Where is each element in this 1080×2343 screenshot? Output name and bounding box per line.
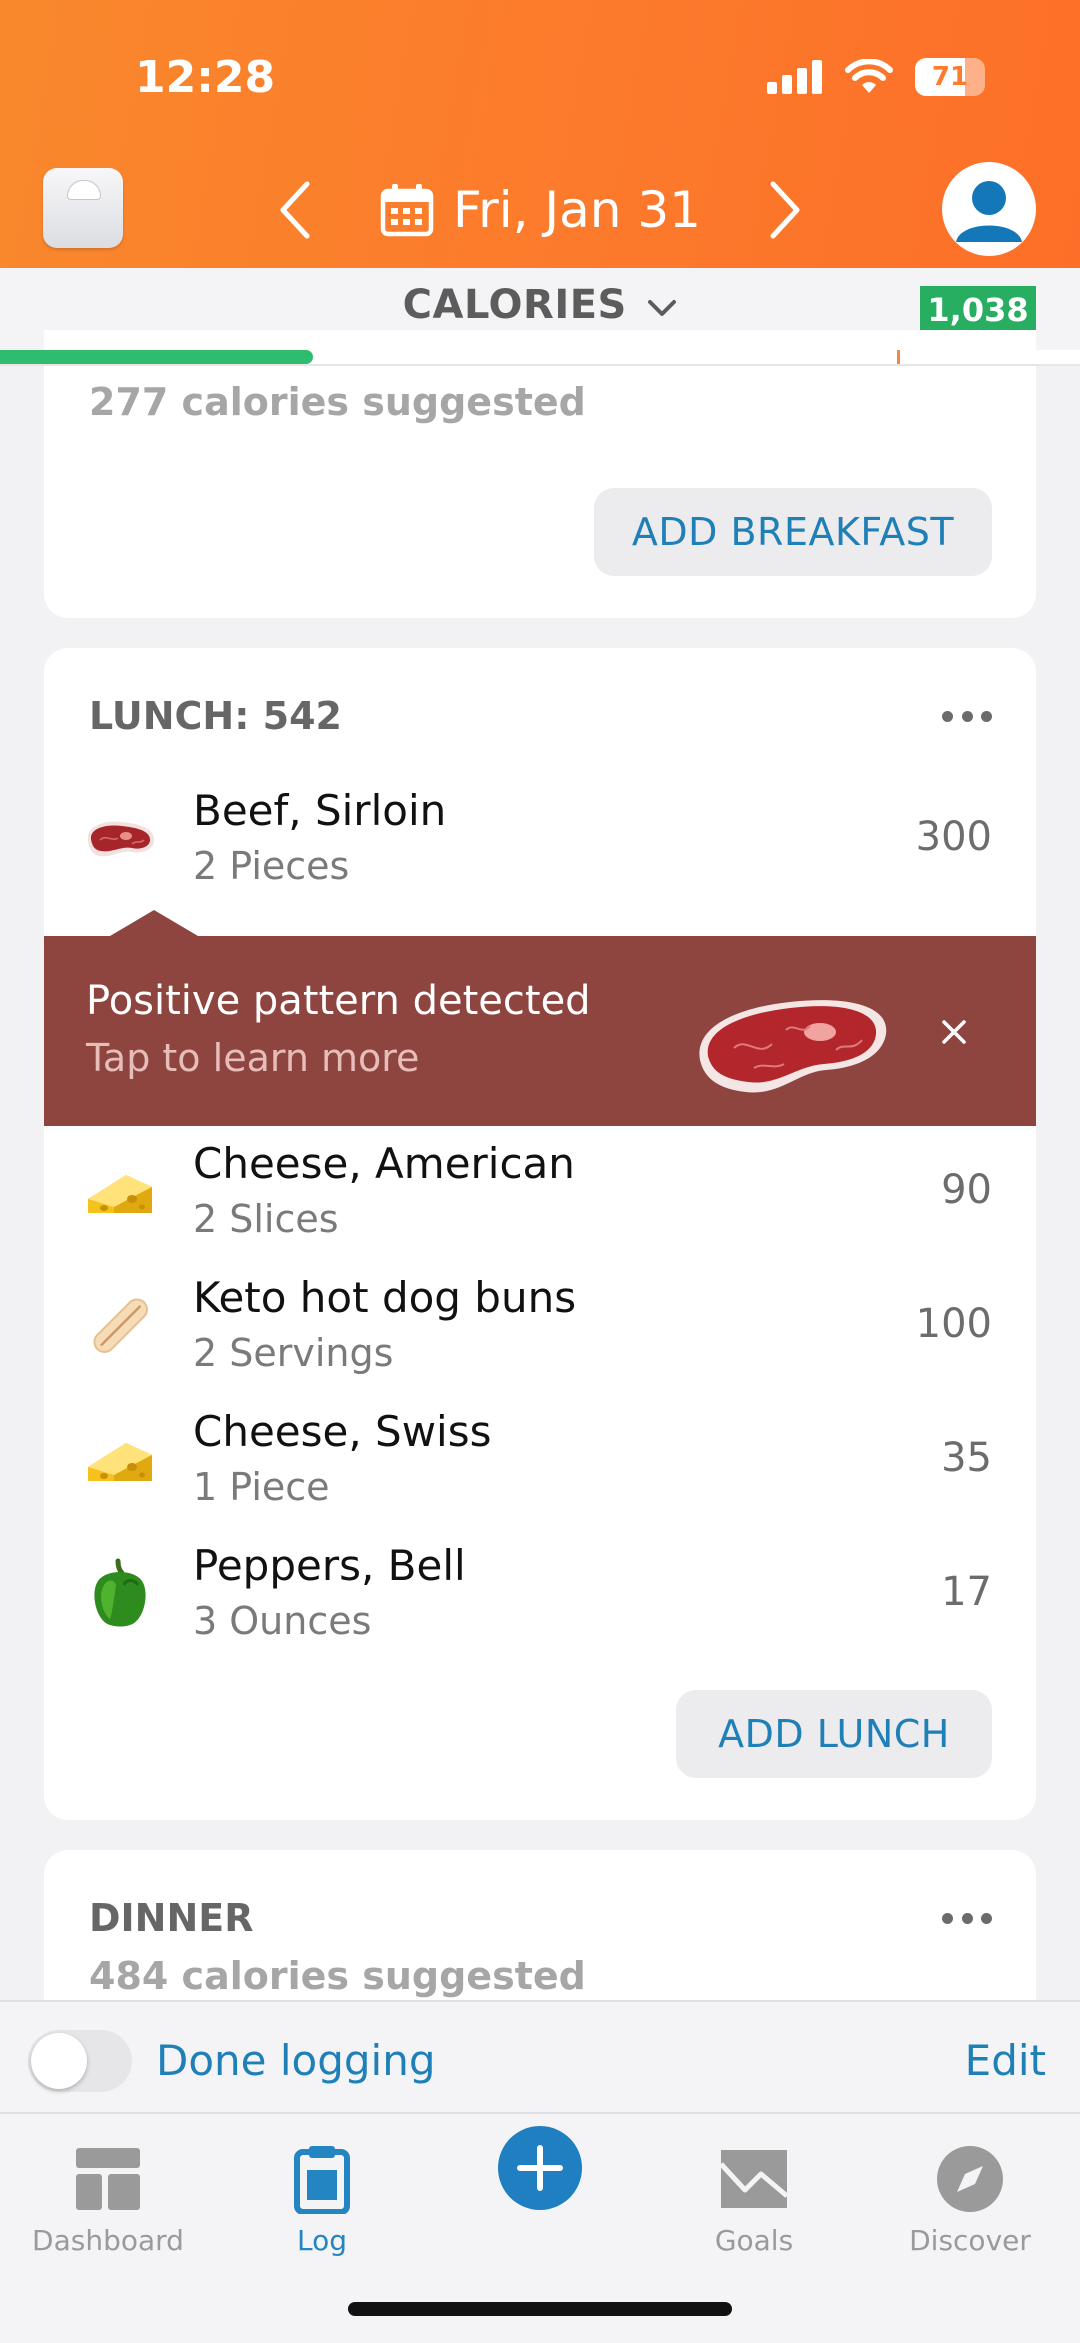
chevron-left-icon [280,181,310,239]
status-icons: 71 [767,58,985,96]
battery-icon: 71 [915,58,985,96]
food-item-cheese-american[interactable]: Cheese, American 2 Slices 90 [44,1131,1036,1251]
steak-icon [699,1000,887,1093]
food-item-cheese-swiss[interactable]: Cheese, Swiss 1 Piece 35 [44,1399,1036,1519]
insight-title: Positive pattern detected [86,978,591,1024]
lunch-card: LUNCH: 542 Beef, Sirloin 2 Pieces 300 Ch… [44,648,1036,1820]
done-logging-toggle[interactable] [28,2030,132,2092]
dinner-suggested-calories: 484 calories suggested [89,1954,586,1998]
food-name: Cheese, American [193,1139,575,1188]
close-icon[interactable] [934,1012,974,1052]
tab-goals[interactable]: Goals [654,2134,854,2274]
food-serving: 3 Ounces [193,1599,372,1643]
dinner-more-options-button[interactable] [942,1908,992,1928]
done-logging-label: Done logging [156,2036,436,2085]
calorie-progress-fill [0,350,314,364]
food-item-beef-sirloin[interactable]: Beef, Sirloin 2 Pieces 300 [44,778,1036,898]
food-calories: 300 [915,814,992,860]
done-logging-bar: Done logging Edit [0,2000,1080,2114]
quick-add-button[interactable] [498,2126,582,2210]
dinner-title: DINNER [89,1896,254,1940]
tab-label: Log [296,2224,347,2257]
wifi-icon [845,59,893,93]
clipboard-icon [287,2144,357,2215]
next-day-button[interactable] [747,172,823,248]
dashboard-icon [73,2144,143,2214]
lunch-title: LUNCH: 542 [89,694,342,738]
tab-label: Discover [909,2224,1031,2257]
bell-pepper-icon [94,1558,146,1627]
food-calories: 90 [941,1167,992,1213]
insight-subtitle: Tap to learn more [86,1036,420,1080]
battery-percent: 71 [931,62,969,92]
food-item-keto-hot-dog-buns[interactable]: Keto hot dog buns 2 Servings 100 [44,1265,1036,1385]
cellular-signal-icon [767,60,822,94]
date-picker-button[interactable]: Fri, Jan 31 [379,181,701,239]
breakfast-card: 277 calories suggested ADD BREAKFAST [44,330,1036,618]
steak-icon [87,821,154,857]
nutrient-selector[interactable]: CALORIES [0,282,1080,328]
food-calories: 17 [941,1569,992,1615]
current-date: Fri, Jan 31 [453,181,701,239]
cheese-icon [88,1443,152,1481]
user-avatar-icon [956,181,1022,242]
calorie-goal-marker [897,350,900,364]
food-item-peppers-bell[interactable]: Peppers, Bell 3 Ounces 17 [44,1533,1036,1653]
add-lunch-button[interactable]: ADD LUNCH [676,1690,992,1778]
compass-icon [935,2144,1005,2214]
food-calories: 100 [915,1301,992,1347]
calorie-progress-bar [0,350,1080,366]
tab-dashboard[interactable]: Dashboard [8,2134,208,2274]
tab-discover[interactable]: Discover [870,2134,1070,2274]
breakfast-suggested-calories: 277 calories suggested [89,380,586,424]
dinner-card: DINNER 484 calories suggested [44,1850,1036,2010]
pattern-insight-banner[interactable]: Positive pattern detected Tap to learn m… [44,910,1036,1126]
edit-button[interactable]: Edit [965,2036,1046,2085]
chevron-right-icon [770,181,800,239]
food-serving: 2 Servings [193,1331,394,1375]
tab-log[interactable]: Log [222,2134,422,2274]
food-serving: 2 Pieces [193,844,350,888]
add-breakfast-button[interactable]: ADD BREAKFAST [594,488,992,576]
date-navigator: Fri, Jan 31 [0,172,1080,248]
profile-avatar-button[interactable] [942,162,1036,256]
toggle-knob [31,2033,87,2089]
app-header: 12:28 71 Fri, Jan 31 [0,0,1080,268]
add-icon [517,2145,563,2191]
hotdog-bun-icon [93,1298,148,1353]
home-indicator [348,2302,732,2316]
food-calories: 35 [941,1435,992,1481]
tab-label: Goals [714,2224,794,2257]
banner-pointer [110,910,198,936]
chevron-down-icon [648,300,677,316]
lunch-more-options-button[interactable] [942,706,992,726]
goals-chart-icon [719,2144,789,2214]
food-name: Cheese, Swiss [193,1407,492,1456]
nutrient-selector-label: CALORIES [402,282,627,328]
food-name: Beef, Sirloin [193,786,447,835]
previous-day-button[interactable] [257,172,333,248]
food-serving: 2 Slices [193,1197,339,1241]
food-name: Peppers, Bell [193,1541,466,1590]
cheese-icon [88,1175,152,1213]
food-name: Keto hot dog buns [193,1273,577,1322]
food-serving: 1 Piece [193,1465,330,1509]
status-time: 12:28 [135,52,276,103]
tab-label: Dashboard [32,2224,184,2257]
calories-remaining-badge: 1,038 [920,286,1036,334]
calendar-icon [380,184,434,237]
